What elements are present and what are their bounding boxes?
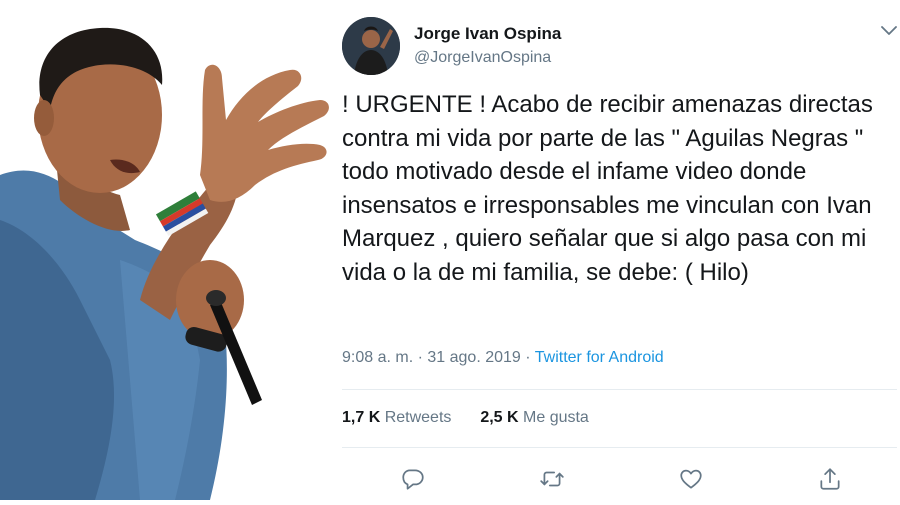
tweet-time[interactable]: 9:08 a. m.	[342, 349, 413, 366]
retweets-label: Retweets	[384, 409, 452, 426]
meta-separator: ·	[525, 349, 531, 366]
heart-icon[interactable]	[678, 466, 704, 492]
tweet-source-link[interactable]: Twitter for Android	[535, 349, 664, 366]
share-icon[interactable]	[817, 466, 843, 492]
reply-icon[interactable]	[400, 466, 426, 492]
avatar[interactable]	[342, 17, 400, 75]
divider	[342, 389, 897, 390]
likes-stat[interactable]: 2,5 K Me gusta	[480, 409, 589, 426]
retweet-icon[interactable]	[539, 466, 565, 492]
user-handle[interactable]: @JorgeIvanOspina	[414, 49, 551, 67]
display-name[interactable]: Jorge Ivan Ospina	[414, 24, 561, 44]
meta-separator: ·	[417, 349, 423, 366]
tweet-meta: 9:08 a. m. · 31 ago. 2019 · Twitter for …	[342, 349, 664, 367]
divider	[342, 447, 897, 448]
tweet-text: ! URGENTE ! Acabo de recibir amenazas di…	[342, 91, 873, 286]
likes-label: Me gusta	[523, 409, 589, 426]
tweet-stats: 1,7 K Retweets 2,5 K Me gusta	[342, 409, 589, 427]
retweets-count: 1,7 K	[342, 409, 381, 426]
tweet-card: Jorge Ivan Ospina @JorgeIvanOspina ! URG…	[330, 0, 900, 500]
likes-count: 2,5 K	[480, 409, 519, 426]
tweet-date[interactable]: 31 ago. 2019	[427, 349, 520, 366]
speaker-photo	[0, 0, 340, 500]
chevron-down-icon[interactable]	[880, 24, 898, 38]
retweets-stat[interactable]: 1,7 K Retweets	[342, 409, 456, 426]
action-bar	[342, 462, 897, 492]
